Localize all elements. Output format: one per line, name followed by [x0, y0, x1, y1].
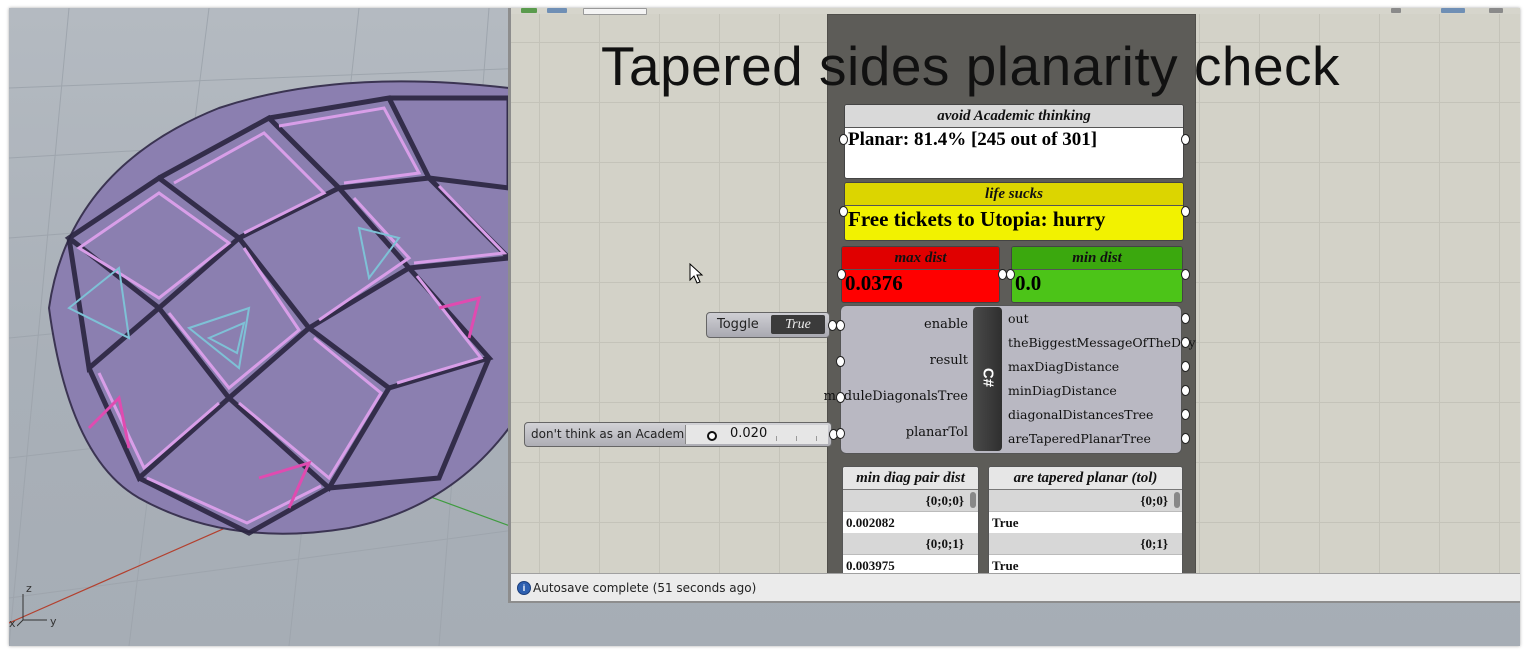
output-grip[interactable]	[1181, 337, 1190, 348]
panel-header: max dist	[842, 247, 999, 270]
output-param-are-tapered-planar[interactable]: areTaperedPlanarTree	[1008, 431, 1151, 446]
scrollbar-thumb[interactable]	[1174, 492, 1180, 508]
input-grip[interactable]	[836, 356, 845, 367]
slider-tick	[776, 436, 777, 441]
panel-max-dist[interactable]: max dist 0.0376	[841, 246, 1000, 303]
panel-header: min dist	[1012, 247, 1182, 270]
input-grip[interactable]	[839, 134, 848, 145]
slider-value: 0.020	[730, 426, 768, 441]
tree-path: {0;0;1}	[843, 533, 978, 555]
slider-track[interactable]: 0.020	[685, 425, 828, 444]
input-grip[interactable]	[1006, 269, 1015, 280]
info-icon: i	[517, 581, 531, 595]
tree-value: 0.002082	[843, 512, 978, 533]
slider-tick	[816, 436, 817, 441]
slider-tick	[796, 436, 797, 441]
input-grip[interactable]	[836, 428, 845, 439]
number-slider[interactable]: don't think as an Academic 0.020	[524, 422, 832, 447]
panel-header: avoid Academic thinking	[845, 105, 1183, 128]
panel-life-sucks[interactable]: life sucks Free tickets to Utopia: hurry	[844, 182, 1184, 241]
output-grip[interactable]	[1181, 385, 1190, 396]
output-param-diagonal-distances[interactable]: diagonalDistancesTree	[1008, 407, 1153, 422]
output-param-out[interactable]: out	[1008, 311, 1029, 326]
toolbar-icon[interactable]	[547, 8, 567, 13]
input-param-module-diagonals[interactable]: moduleDiagonalsTree	[824, 389, 968, 404]
output-param-biggest-message[interactable]: theBiggestMessageOfTheDay	[1008, 335, 1196, 350]
tree-path: {0;0;0}	[843, 490, 978, 512]
viewport-scene	[9, 8, 529, 646]
toolbar-icon[interactable]	[1489, 8, 1503, 13]
panel-value: Free tickets to Utopia: hurry	[848, 207, 1106, 231]
panel-min-diag-pair-dist[interactable]: min diag pair dist {0;0;0} 0.002082 {0;0…	[842, 466, 979, 578]
panel-value: Planar: 81.4% [245 out of 301]	[848, 129, 1098, 150]
status-bar: i Autosave complete (51 seconds ago)	[511, 573, 1520, 601]
tree-value: True	[989, 512, 1182, 533]
mouse-cursor-icon	[689, 263, 704, 284]
toggle-label: Toggle	[717, 317, 759, 332]
output-grip[interactable]	[1181, 433, 1190, 444]
boolean-toggle[interactable]: Toggle True	[706, 312, 830, 338]
panel-header: min diag pair dist	[843, 467, 978, 490]
axis-label-x: x	[9, 617, 16, 630]
axis-gizmo	[17, 594, 47, 627]
panel-header: life sucks	[845, 183, 1183, 206]
toolbar-field[interactable]	[583, 8, 647, 15]
output-grip[interactable]	[1181, 361, 1190, 372]
input-param-enable[interactable]: enable	[924, 317, 968, 332]
output-grip[interactable]	[1181, 313, 1190, 324]
output-grip[interactable]	[1181, 206, 1190, 217]
tree-path: {0;0}	[989, 490, 1182, 512]
canvas-title-scribble[interactable]: Tapered sides planarity check	[601, 34, 1340, 98]
scrollbar-thumb[interactable]	[970, 492, 976, 508]
grasshopper-window[interactable]: Tapered sides planarity check avoid Acad…	[508, 8, 1520, 603]
toggle-value[interactable]: True	[771, 315, 825, 334]
input-grip[interactable]	[837, 269, 846, 280]
output-grip[interactable]	[1181, 409, 1190, 420]
toolbar-icon[interactable]	[521, 8, 537, 13]
slider-label: don't think as an Academic	[531, 427, 695, 441]
input-grip[interactable]	[836, 320, 845, 331]
application-frame: z y x Tapered sides planarity check avoi…	[9, 8, 1520, 646]
panel-value: 0.0	[1015, 271, 1042, 295]
panel-are-tapered-planar[interactable]: are tapered planar (tol) {0;0} True {0;1…	[988, 466, 1183, 578]
input-grip[interactable]	[839, 206, 848, 217]
toolbar-icon[interactable]	[1441, 8, 1465, 13]
slider-knob[interactable]	[707, 431, 717, 441]
input-param-planar-tol[interactable]: planarTol	[906, 425, 968, 440]
tree-path: {0;1}	[989, 533, 1182, 555]
panel-value: 0.0376	[845, 271, 903, 295]
output-grip[interactable]	[1181, 269, 1190, 280]
toolbar-icon[interactable]	[1391, 8, 1401, 13]
panel-header: are tapered planar (tol)	[989, 467, 1182, 490]
output-param-min-diag[interactable]: minDiagDistance	[1008, 383, 1117, 398]
panel-avoid-academic[interactable]: avoid Academic thinking Planar: 81.4% [2…	[844, 104, 1184, 179]
output-param-max-diag[interactable]: maxDiagDistance	[1008, 359, 1119, 374]
input-param-result[interactable]: result	[930, 353, 968, 368]
input-grip[interactable]	[836, 392, 845, 403]
panel-min-dist[interactable]: min dist 0.0	[1011, 246, 1183, 303]
component-icon-bar[interactable]: C#	[973, 307, 1002, 451]
csharp-script-component[interactable]: enable result moduleDiagonalsTree planar…	[824, 305, 1196, 454]
status-text: Autosave complete (51 seconds ago)	[533, 581, 757, 595]
dome-mesh[interactable]	[47, 80, 515, 536]
component-label: C#	[979, 367, 997, 388]
output-grip[interactable]	[1181, 134, 1190, 145]
